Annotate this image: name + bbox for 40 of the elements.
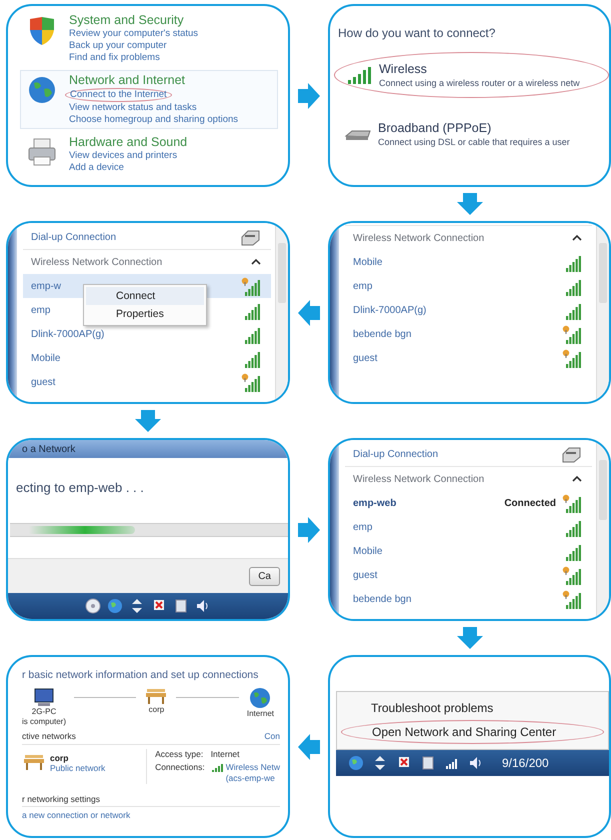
network-name: guest xyxy=(353,352,378,364)
taskbar-clock: 9/16/200 xyxy=(502,756,549,770)
section-title: Wireless Network Connection xyxy=(31,256,162,268)
option-description: Connect using a wireless router or a wireless netw xyxy=(379,77,580,89)
node-label: Internet xyxy=(246,709,274,719)
detail-value: Internet xyxy=(210,749,240,759)
node-label: corp xyxy=(148,705,164,715)
option-title: Wireless xyxy=(379,61,428,77)
node-sublabel: is computer) xyxy=(22,717,66,727)
network-name: Mobile xyxy=(31,352,60,364)
section-title: ctive networks xyxy=(22,731,76,742)
dialog-title: o a Network xyxy=(22,444,76,454)
network-name: emp-w xyxy=(31,280,62,292)
network-name: Mobile xyxy=(353,256,382,268)
network-name: bebende bgn xyxy=(353,594,412,604)
network-name: corp xyxy=(50,753,70,763)
network-name: guest xyxy=(31,376,56,388)
option-title: Broadband (PPPoE) xyxy=(378,120,492,136)
network-name: emp xyxy=(31,304,50,316)
network-name: bebende bgn xyxy=(353,328,412,340)
network-name: Dlink-7000AP(g) xyxy=(31,328,104,340)
network-name: emp xyxy=(353,522,372,532)
option-description: Connect using DSL or cable that requires a user xyxy=(378,136,570,148)
page-heading: r basic network information and set up connections xyxy=(22,668,260,683)
status-message: ecting to emp-web . . . xyxy=(15,480,145,495)
connection-status: Connected xyxy=(504,498,556,508)
network-name: Dlink-7000AP(g) xyxy=(353,304,426,316)
section-title: r networking settings xyxy=(22,794,100,804)
network-name: emp xyxy=(353,280,372,292)
detail-label: Connections: xyxy=(155,762,205,774)
network-name: Mobile xyxy=(353,546,382,556)
connection-name: Dial-up Connection xyxy=(31,232,116,242)
dialog-heading: How do you want to connect? xyxy=(337,25,496,42)
connection-name: Dial-up Connection xyxy=(353,448,438,460)
network-name: guest xyxy=(353,570,378,580)
section-title: Wireless Network Connection xyxy=(353,232,484,244)
section-title: Wireless Network Connection xyxy=(353,474,484,484)
node-label: 2G-PC xyxy=(32,707,56,717)
detail-label: Access type: xyxy=(155,749,204,759)
network-name: emp-web xyxy=(353,498,396,508)
